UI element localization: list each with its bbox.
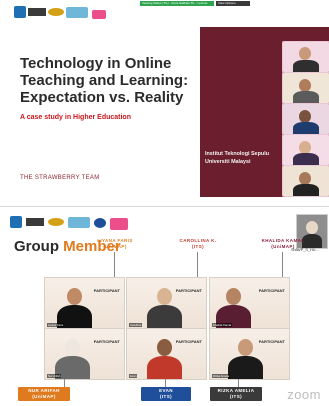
member-name-khalida: KHALIDA KAMAL (UniMAP) (261, 238, 305, 249)
member-video-tile[interactable]: PARTICIPANT Khalida Kamal (209, 277, 290, 329)
member-name-evan: EVAN (ITS) (141, 387, 191, 401)
connector-line (165, 379, 166, 387)
cart-logo (110, 218, 128, 230)
connector-line (197, 252, 198, 277)
uitm-logo (10, 216, 22, 228)
institution-text: Institut Teknologi Sepulu Universiti Mal… (205, 151, 269, 165)
viewing-label: Viewing Slides (TIL) - Nova Naliblas TIL… (140, 1, 214, 6)
view-options-button[interactable]: View Options (216, 1, 250, 6)
uitm-logo (14, 6, 26, 18)
member-name-carollina: CAROLLINA K. (ITS) (179, 238, 217, 249)
dee-logo (68, 217, 90, 228)
unimap-logo (28, 8, 46, 16)
video-tile[interactable] (282, 165, 329, 197)
video-tile[interactable] (282, 103, 329, 135)
cie-logo (48, 8, 64, 16)
team-name: THE STRAWBERRY TEAM (20, 175, 100, 181)
member-name-liyana: LIYANA FARIS (UniMAP) (97, 238, 133, 249)
member-video-tile[interactable]: PARTICIPANT Rizka Amelia (209, 328, 290, 380)
member-name-nur-arifah: NUR ARIFAH (UniMAP) (18, 387, 70, 401)
connector-line (114, 252, 115, 277)
dee-logo (66, 7, 88, 18)
slide-title: Technology in Online Teaching and Learni… (20, 55, 189, 106)
cie-badge-logo (94, 218, 106, 228)
slide-share-panel: Viewing Slides (TIL) - Nova Naliblas TIL… (0, 0, 329, 200)
cie-logo (48, 218, 64, 226)
member-video-tile[interactable]: PARTICIPANT Carollina (126, 277, 207, 329)
unimap-logo (26, 218, 44, 226)
cart-logo (92, 10, 106, 19)
panel-divider (0, 206, 329, 207)
connector-line (64, 379, 65, 387)
group-member-slide: Group Member Shifa/P_S_HU... LIYANA FARI… (0, 212, 329, 406)
video-tile[interactable] (282, 134, 329, 166)
connector-line (238, 379, 239, 387)
screen-share-toolbar[interactable]: Viewing Slides (TIL) - Nova Naliblas TIL… (140, 1, 250, 6)
member-video-tile[interactable]: PARTICIPANT Nur Arifah (44, 328, 125, 380)
member-video-tile[interactable]: PARTICIPANT Liyana Faris (44, 277, 125, 329)
video-tile[interactable] (282, 72, 329, 104)
connector-line (282, 252, 283, 277)
video-tile[interactable] (282, 41, 329, 73)
member-video-tile[interactable]: PARTICIPANT Evan (126, 328, 207, 380)
zoom-watermark: zoom (287, 387, 321, 402)
slide-subtitle: A case study in Higher Education (20, 114, 131, 121)
member-name-rizka: RIZKA AMELIA (ITS) (210, 387, 262, 401)
